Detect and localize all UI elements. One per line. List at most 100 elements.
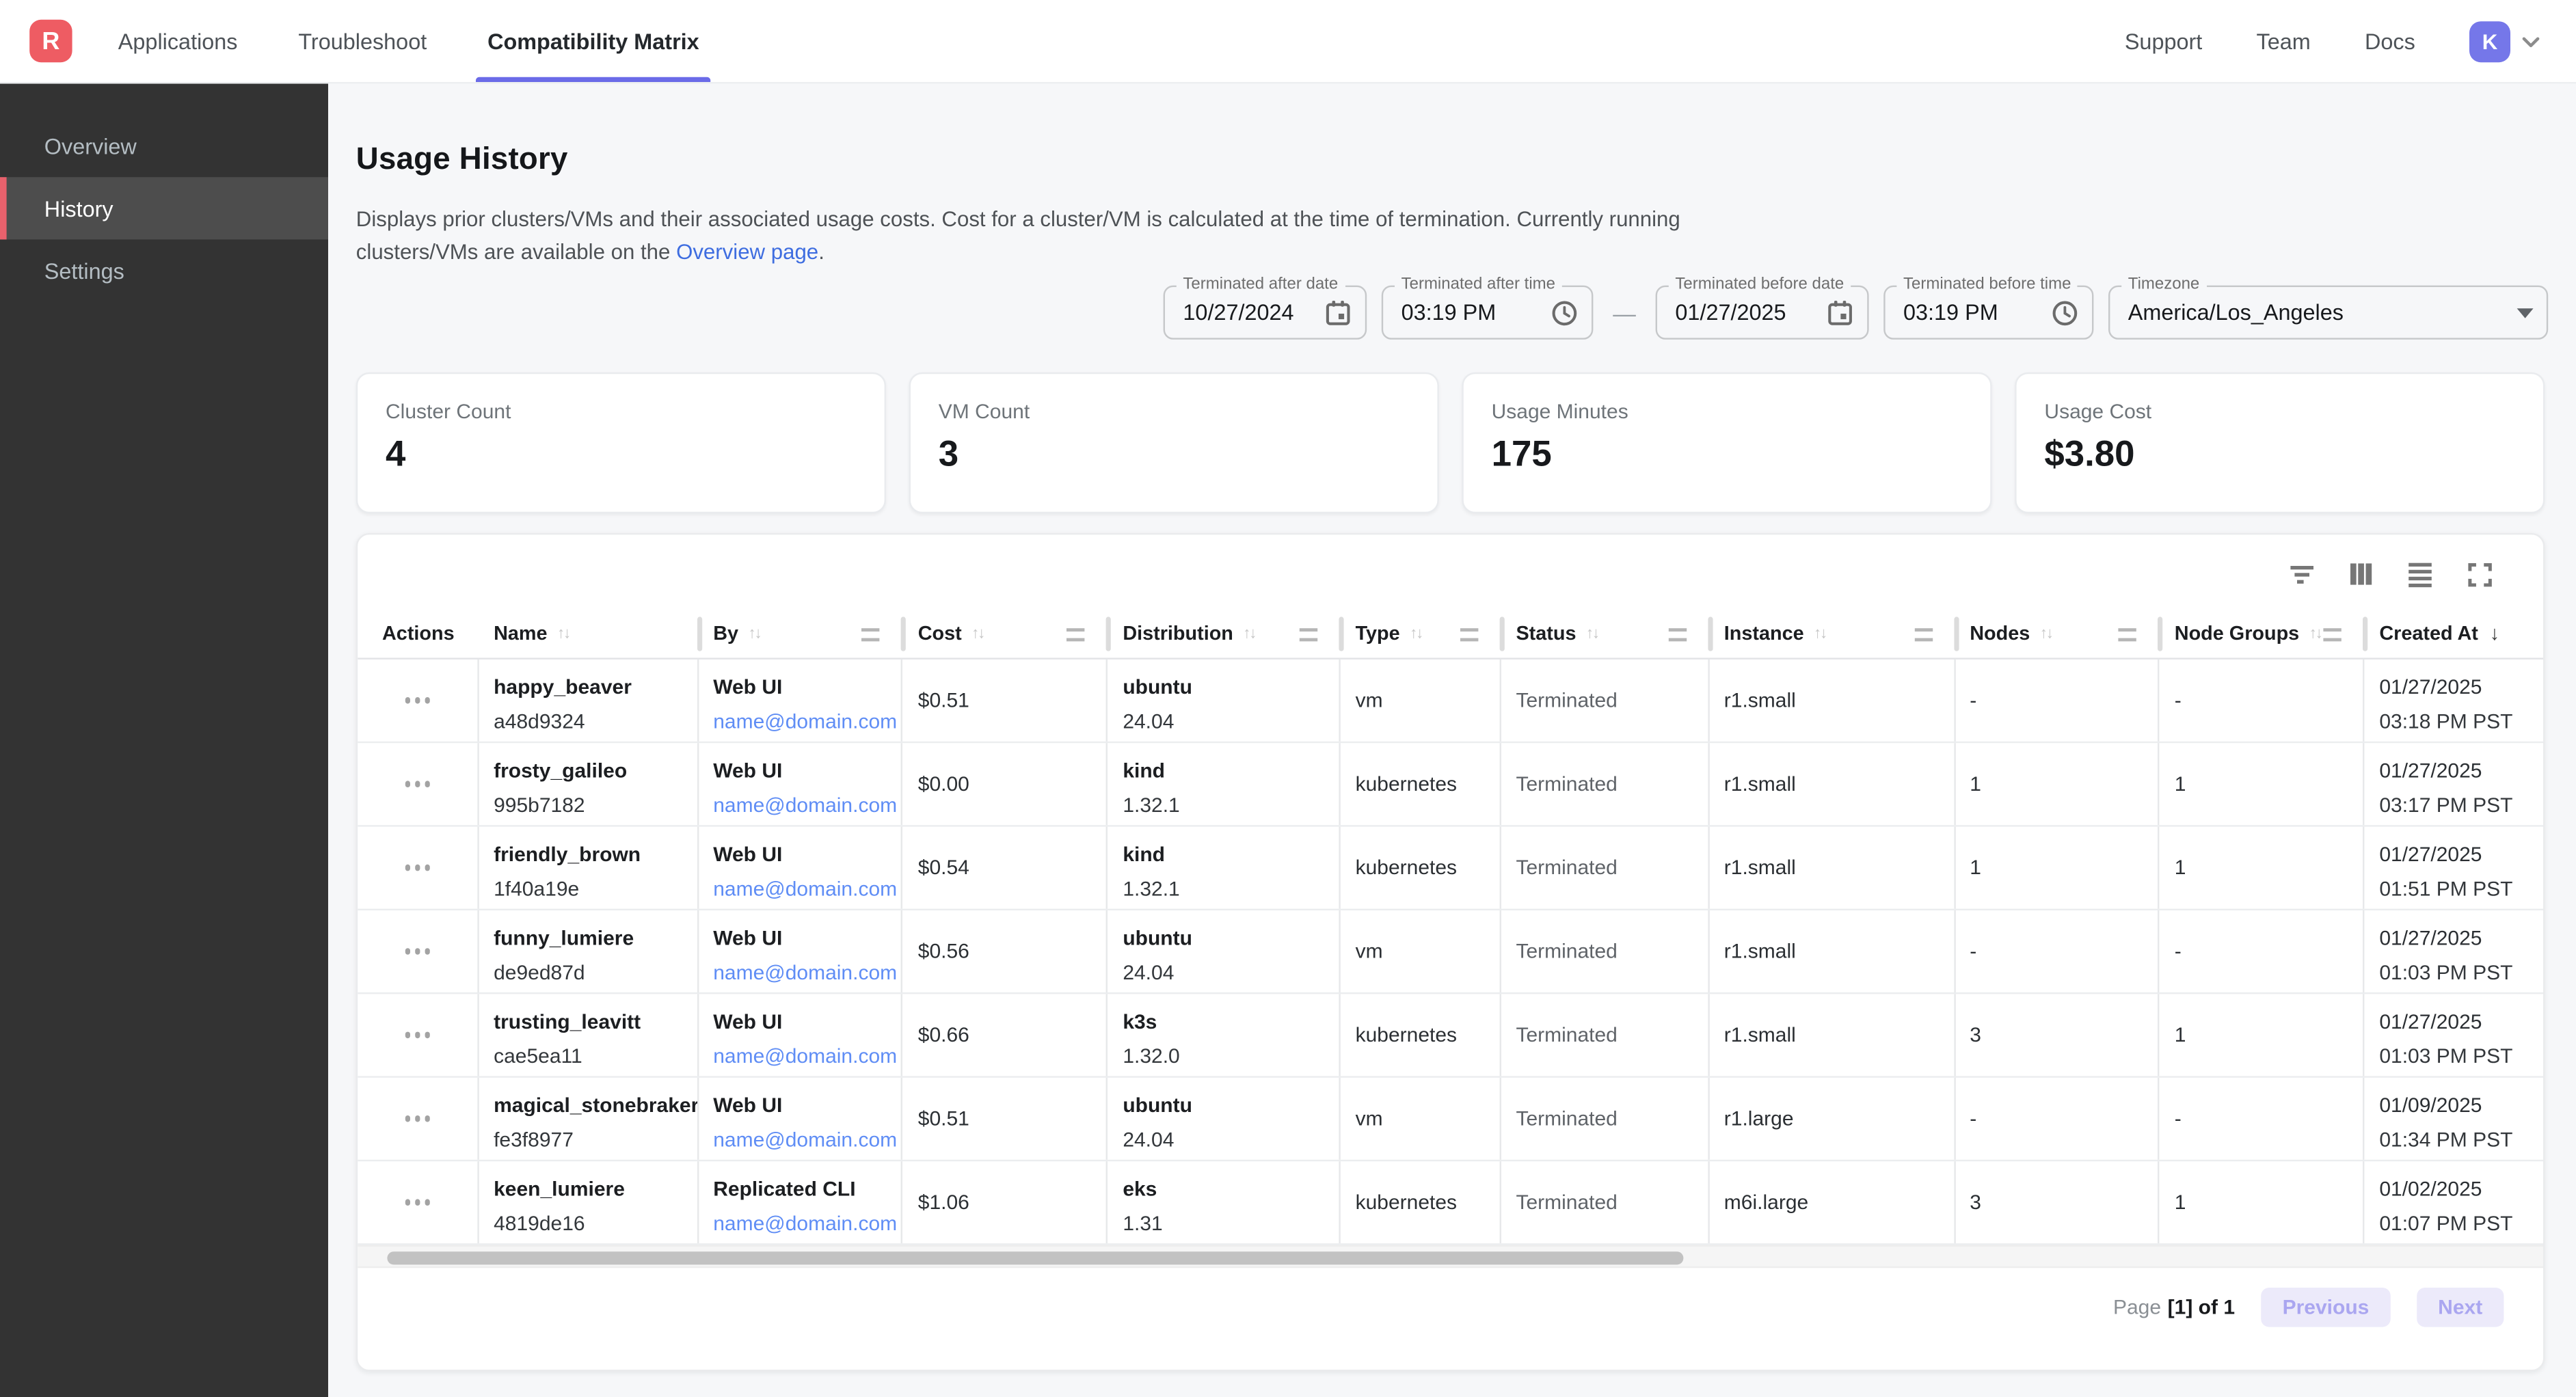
account-menu[interactable]: K: [2469, 21, 2543, 62]
timezone-select[interactable]: Timezone America/Los_Angeles: [2108, 286, 2548, 340]
column-menu-icon[interactable]: [2119, 628, 2136, 641]
column-header-instance[interactable]: Instance↑↓: [1709, 608, 1955, 657]
column-header-distribution[interactable]: Distribution↑↓: [1108, 608, 1341, 657]
sort-icon[interactable]: ↑↓: [2309, 624, 2322, 642]
column-header-created-at[interactable]: Created At↓: [2365, 608, 2543, 657]
created-by: Web UI: [713, 1010, 895, 1035]
nav-tab-troubleshoot[interactable]: Troubleshoot: [298, 0, 427, 82]
clock-icon[interactable]: [1551, 299, 1579, 327]
sort-desc-icon[interactable]: ↓: [2490, 622, 2499, 645]
cluster-name: happy_beaver: [494, 676, 690, 701]
column-header-nodes[interactable]: Nodes↑↓: [1955, 608, 2160, 657]
field-value: 03:19 PM: [1903, 300, 1998, 325]
field-label: Terminated after date: [1177, 275, 1345, 293]
calendar-icon[interactable]: [1324, 299, 1352, 327]
density-icon[interactable]: [2405, 559, 2434, 588]
previous-page-button[interactable]: Previous: [2261, 1288, 2390, 1327]
column-header-by[interactable]: By↑↓: [699, 608, 904, 657]
row-actions-button[interactable]: [398, 1193, 436, 1212]
horizontal-scrollbar[interactable]: [358, 1245, 2543, 1269]
clock-icon[interactable]: [2051, 299, 2079, 327]
created-by: Web UI: [713, 1094, 895, 1119]
sort-icon[interactable]: ↑↓: [748, 624, 760, 642]
type-value: kubernetes: [1356, 1024, 1457, 1047]
type-value: kubernetes: [1356, 772, 1457, 796]
status-value: Terminated: [1516, 772, 1617, 796]
columns-icon[interactable]: [2346, 559, 2376, 588]
column-header-node-groups[interactable]: Node Groups↑↓: [2160, 608, 2365, 657]
overview-page-link[interactable]: Overview page: [676, 239, 818, 264]
column-menu-icon[interactable]: [1067, 628, 1085, 641]
email-link[interactable]: name@domain.com: [713, 1045, 895, 1070]
node-groups-value: -: [2175, 1107, 2182, 1130]
cluster-id: 4819de16: [494, 1212, 690, 1237]
field-label: Terminated before date: [1669, 275, 1851, 293]
sidebar-item-overview[interactable]: Overview: [0, 115, 328, 177]
table-row: magical_stonebrakerfe3f8977 Web UIname@d…: [358, 1078, 2543, 1161]
nav-link-docs[interactable]: Docs: [2365, 29, 2415, 53]
avatar[interactable]: K: [2469, 21, 2510, 62]
column-menu-icon[interactable]: [1300, 628, 1317, 641]
description-period: .: [818, 239, 824, 264]
page-info: Page[1] of 1: [2113, 1296, 2235, 1319]
terminated-before-time-field[interactable]: Terminated before time 03:19 PM: [1883, 286, 2093, 340]
distribution-name: ubuntu: [1123, 1094, 1332, 1119]
column-header-name[interactable]: Name↑↓: [479, 608, 699, 657]
nav-link-support[interactable]: Support: [2125, 29, 2203, 53]
nav-link-team[interactable]: Team: [2257, 29, 2311, 53]
calendar-icon[interactable]: [1826, 299, 1854, 327]
filter-icon[interactable]: [2287, 559, 2317, 588]
sort-icon[interactable]: ↑↓: [1243, 624, 1255, 642]
column-header-cost[interactable]: Cost↑↓: [903, 608, 1108, 657]
terminated-after-date-field[interactable]: Terminated after date 10/27/2024: [1164, 286, 1367, 340]
column-menu-icon[interactable]: [2324, 628, 2342, 641]
email-link[interactable]: name@domain.com: [713, 961, 895, 986]
table-row: friendly_brown1f40a19e Web UIname@domain…: [358, 827, 2543, 910]
column-menu-icon[interactable]: [1460, 628, 1478, 641]
field-value: 01/27/2025: [1675, 300, 1786, 325]
created-date: 01/27/2025: [2379, 927, 2536, 951]
row-actions-button[interactable]: [398, 774, 436, 794]
fullscreen-icon[interactable]: [2465, 559, 2494, 588]
next-page-button[interactable]: Next: [2417, 1288, 2504, 1327]
column-menu-icon[interactable]: [1914, 628, 1932, 641]
column-header-status[interactable]: Status↑↓: [1501, 608, 1709, 657]
replicated-logo[interactable]: R: [29, 20, 72, 62]
sort-icon[interactable]: ↑↓: [1586, 624, 1598, 642]
stat-card-usage-cost: Usage Cost $3.80: [2015, 372, 2545, 513]
email-link[interactable]: name@domain.com: [713, 710, 895, 735]
stat-value: 4: [386, 433, 857, 476]
terminated-after-time-field[interactable]: Terminated after time 03:19 PM: [1382, 286, 1594, 340]
row-actions-button[interactable]: [398, 942, 436, 961]
nav-tab-compatibility-matrix[interactable]: Compatibility Matrix: [487, 0, 699, 82]
sort-icon[interactable]: ↑↓: [2040, 624, 2052, 642]
page-value: [1] of 1: [2168, 1296, 2235, 1319]
email-link[interactable]: name@domain.com: [713, 1128, 895, 1153]
distribution-version: 24.04: [1123, 1128, 1332, 1153]
column-menu-icon[interactable]: [862, 628, 880, 641]
row-actions-button[interactable]: [398, 858, 436, 878]
row-actions-button[interactable]: [398, 691, 436, 710]
table-row: happy_beavera48d9324 Web UIname@domain.c…: [358, 660, 2543, 743]
column-menu-icon[interactable]: [1668, 628, 1686, 641]
row-actions-button[interactable]: [398, 1026, 436, 1045]
sort-icon[interactable]: ↑↓: [1814, 624, 1826, 642]
node-groups-value: 1: [2175, 1024, 2186, 1047]
row-actions-button[interactable]: [398, 1109, 436, 1128]
nav-tab-applications[interactable]: Applications: [118, 0, 238, 82]
email-link[interactable]: name@domain.com: [713, 1212, 895, 1237]
cost-value: $0.54: [918, 856, 969, 880]
scrollbar-thumb[interactable]: [387, 1251, 1683, 1264]
email-link[interactable]: name@domain.com: [713, 878, 895, 902]
column-header-type[interactable]: Type↑↓: [1341, 608, 1501, 657]
sidebar-item-settings[interactable]: Settings: [0, 239, 328, 301]
sort-icon[interactable]: ↑↓: [971, 624, 984, 642]
instance-value: r1.small: [1724, 772, 1796, 796]
sidebar-item-history[interactable]: History: [0, 177, 328, 239]
instance-value: r1.small: [1724, 856, 1796, 880]
sort-icon[interactable]: ↑↓: [557, 624, 569, 642]
terminated-before-date-field[interactable]: Terminated before date 01/27/2025: [1656, 286, 1869, 340]
email-link[interactable]: name@domain.com: [713, 794, 895, 819]
created-by: Web UI: [713, 676, 895, 701]
sort-icon[interactable]: ↑↓: [1410, 624, 1422, 642]
